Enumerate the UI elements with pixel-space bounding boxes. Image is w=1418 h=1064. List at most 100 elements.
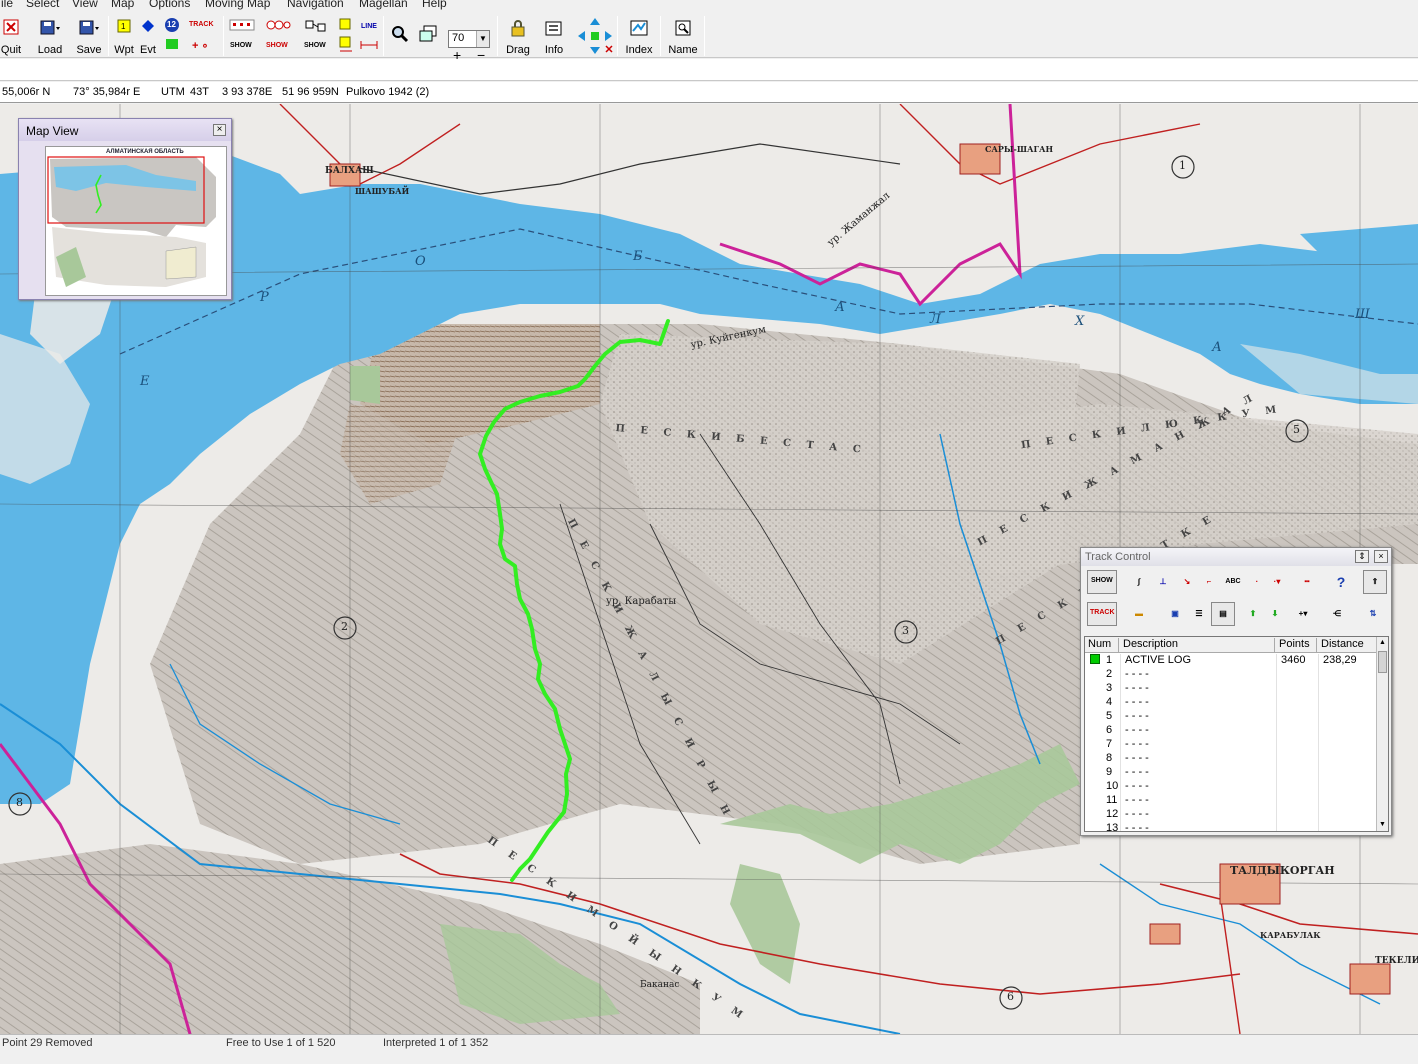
help-icon[interactable]: ? xyxy=(1329,570,1353,594)
measure-button[interactable] xyxy=(336,15,358,57)
close-icon[interactable]: × xyxy=(1374,550,1388,563)
menu-map[interactable]: Map xyxy=(111,0,134,10)
list-icon[interactable]: ☰ xyxy=(1187,602,1211,626)
map-overview-thumbnail[interactable]: АЛМАТИНСКАЯ ОБЛАСТЬ xyxy=(45,146,227,296)
curve-icon[interactable]: ∫ xyxy=(1127,570,1151,594)
save-track-icon[interactable]: ▣ xyxy=(1163,602,1187,626)
track-row[interactable]: 4 - - - - xyxy=(1085,696,1378,710)
info-button[interactable]: Info xyxy=(538,15,570,57)
move-down-icon[interactable]: ⬇ xyxy=(1263,602,1287,626)
menu-moving-map[interactable]: Moving Map xyxy=(205,0,270,10)
col-description[interactable]: Description xyxy=(1120,638,1275,653)
menu-options[interactable]: Options xyxy=(149,0,190,10)
load-button[interactable]: Load xyxy=(34,15,66,57)
upload-icon[interactable]: ⇑ xyxy=(1363,570,1387,594)
menu-select[interactable]: Select xyxy=(26,0,59,10)
name-button[interactable]: Name xyxy=(664,15,702,57)
window-button[interactable] xyxy=(416,15,440,57)
track-color-swatch[interactable] xyxy=(1090,654,1100,664)
scroll-down-icon[interactable]: ▼ xyxy=(1377,819,1388,831)
label-taldykorgan: ТАЛДЫКОРГАН xyxy=(1230,864,1335,877)
col-points[interactable]: Points xyxy=(1276,638,1317,653)
line-button[interactable]: LINE xyxy=(358,15,380,57)
merge-icon[interactable]: ⋲ xyxy=(1325,602,1349,626)
index-button[interactable]: Index xyxy=(620,15,658,57)
load-label: Load xyxy=(37,44,63,56)
track-row[interactable]: 11 - - - - xyxy=(1085,794,1378,808)
scroll-thumb[interactable] xyxy=(1378,651,1387,673)
column-divider xyxy=(1120,822,1121,831)
join-track-icon[interactable]: ⌐ xyxy=(1197,570,1221,594)
track-row[interactable]: 8 - - - - xyxy=(1085,752,1378,766)
track-row[interactable]: 10 - - - - xyxy=(1085,780,1378,794)
track-row[interactable]: 3 - - - - xyxy=(1085,682,1378,696)
find-button[interactable] xyxy=(388,15,412,57)
track-row[interactable]: 5 - - - - xyxy=(1085,710,1378,724)
map-view-window[interactable]: Map View × АЛМАТИНСКАЯ ОБЛАСТЬ xyxy=(18,118,232,300)
zoom-out-icon[interactable]: − xyxy=(477,48,485,62)
menu-magellan[interactable]: Magellan xyxy=(359,0,408,10)
track-control-titlebar[interactable]: Track Control xyxy=(1081,548,1391,566)
restore-icon[interactable]: ⇕ xyxy=(1355,550,1369,563)
abc-tag: ABC xyxy=(1225,578,1241,585)
track-toggle-button[interactable]: TRACK + ∘ xyxy=(186,15,220,57)
show-routes-button[interactable]: SHOW xyxy=(262,15,294,57)
ruler-icon[interactable]: ▬ xyxy=(1127,602,1151,626)
route-button[interactable]: 12 xyxy=(161,15,183,57)
track-row[interactable]: 12 - - - - xyxy=(1085,808,1378,822)
track-num: 9 xyxy=(1106,766,1113,778)
column-divider xyxy=(1318,654,1319,668)
zoom-select[interactable]: 70 ▼ xyxy=(448,30,490,48)
menu-file[interactable]: ile xyxy=(1,0,13,10)
track-row[interactable]: 9 - - - - xyxy=(1085,766,1378,780)
track-list-scrollbar[interactable]: ▲ ▼ xyxy=(1376,637,1388,831)
column-divider xyxy=(1318,808,1319,822)
split-track-icon[interactable]: ↘ xyxy=(1175,570,1199,594)
chevron-down-icon[interactable]: ▼ xyxy=(476,31,489,47)
show-waypoints-button[interactable]: SHOW xyxy=(226,15,258,57)
track-mode-button[interactable]: TRACK xyxy=(1087,602,1117,626)
menu-view[interactable]: View xyxy=(72,0,98,10)
col-num[interactable]: Num xyxy=(1085,638,1119,653)
add-menu-icon[interactable]: +▾ xyxy=(1291,602,1315,626)
track-row[interactable]: 6 - - - - xyxy=(1085,724,1378,738)
quit-icon xyxy=(3,19,19,35)
town xyxy=(1149,923,1181,945)
track-control-window[interactable]: Track Control ⇕ × SHOW ∫ ⊥ ↘ ⌐ ABC · ·▾ … xyxy=(1080,547,1392,836)
menu-help[interactable]: Help xyxy=(422,0,447,10)
track-num: 13 xyxy=(1106,822,1119,832)
save-button[interactable]: Save xyxy=(73,15,105,57)
label-track-button[interactable]: ABC xyxy=(1221,570,1245,594)
zoom-in-icon[interactable]: + xyxy=(453,48,461,62)
track-row[interactable]: 1 ACTIVE LOG 3460 238,29 xyxy=(1085,654,1378,668)
col-distance[interactable]: Distance xyxy=(1318,638,1378,653)
vertical-line-icon[interactable]: ⊥ xyxy=(1151,570,1175,594)
show-tracks-button[interactable]: SHOW xyxy=(300,15,332,57)
point-menu-icon[interactable]: ·▾ xyxy=(1265,570,1289,594)
track-row[interactable]: 2 - - - - xyxy=(1085,668,1378,682)
track-row[interactable]: 13 - - - - xyxy=(1085,822,1378,832)
sheet-number: 8 xyxy=(16,796,23,809)
track-description: - - - - xyxy=(1125,668,1149,680)
show-tag: SHOW xyxy=(304,42,326,49)
dashed-line-icon[interactable]: ┅ xyxy=(1295,570,1319,594)
properties-icon[interactable]: ▤ xyxy=(1211,602,1235,626)
sort-icon[interactable]: ⇅ xyxy=(1361,602,1385,626)
move-up-icon[interactable]: ⬆ xyxy=(1241,602,1265,626)
close-icon[interactable]: × xyxy=(213,124,226,136)
show-track-button[interactable]: SHOW xyxy=(1087,570,1117,594)
menu-navigation[interactable]: Navigation xyxy=(287,0,344,10)
event-button[interactable]: Evt xyxy=(137,15,159,57)
pan-arrows-icon xyxy=(578,18,613,54)
show-tag: SHOW xyxy=(230,42,252,49)
scroll-up-icon[interactable]: ▲ xyxy=(1377,637,1388,649)
column-divider xyxy=(1276,682,1277,696)
map-view-titlebar[interactable]: Map View xyxy=(19,119,231,141)
track-list[interactable]: Num Description Points Distance 1 ACTIVE … xyxy=(1084,636,1389,832)
track-row[interactable]: 7 - - - - xyxy=(1085,738,1378,752)
quit-button[interactable]: Quit xyxy=(0,15,22,57)
track-num: 6 xyxy=(1106,724,1113,736)
pan-button[interactable] xyxy=(574,15,614,57)
drag-button[interactable]: Drag xyxy=(502,15,534,57)
waypoint-button[interactable]: 1 Wpt xyxy=(113,15,135,57)
